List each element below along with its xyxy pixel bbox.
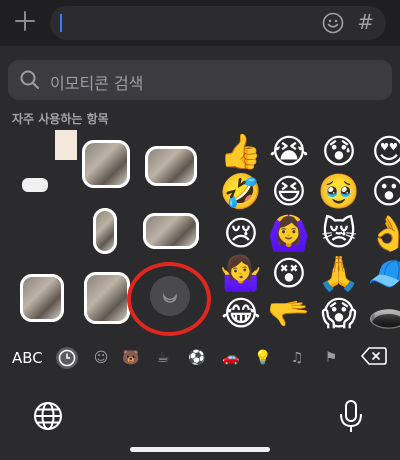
sticker-cat[interactable] xyxy=(143,213,199,249)
search-placeholder: 이모티콘 검색 xyxy=(50,74,144,93)
emoji[interactable]: 😍 xyxy=(366,132,400,172)
emoji[interactable]: 😰 xyxy=(316,132,362,172)
objects-icon[interactable]: 💡 xyxy=(252,347,274,369)
emoji[interactable]: 🫳 xyxy=(266,294,312,334)
emoji[interactable]: 🙏 xyxy=(316,254,362,294)
home-indicator xyxy=(130,447,270,452)
flags-icon[interactable]: ⚑ xyxy=(320,347,342,369)
sticker-cat[interactable] xyxy=(93,208,117,254)
emoji[interactable]: 🥹 xyxy=(316,172,362,212)
recent-clock-icon[interactable] xyxy=(56,347,78,369)
animals-icon[interactable]: 🐻 xyxy=(120,347,142,369)
emoji[interactable]: 🤷‍♀️ xyxy=(218,254,264,294)
emoji[interactable]: 😮 xyxy=(366,172,400,212)
symbols-icon[interactable]: ♫ xyxy=(286,347,308,369)
highlight-ring xyxy=(127,262,211,336)
sticker-cat[interactable] xyxy=(84,272,130,324)
smileys-icon[interactable]: ☺ xyxy=(90,347,112,369)
sticker-partial[interactable] xyxy=(22,178,48,192)
search-icon xyxy=(20,70,39,89)
frequently-used-title: 자주 사용하는 항목 xyxy=(12,112,109,126)
food-icon[interactable]: ☕ xyxy=(152,347,174,369)
emoji[interactable]: 🤣 xyxy=(218,172,264,212)
sticker-cat[interactable] xyxy=(145,146,197,186)
emoji[interactable]: 🧢 xyxy=(366,254,400,294)
emoji[interactable]: 👍 xyxy=(218,132,264,172)
emoji[interactable]: 😭 xyxy=(266,132,312,172)
plus-icon[interactable] xyxy=(12,8,38,34)
text-caret xyxy=(60,14,62,32)
abc-keyboard-button[interactable]: ABC xyxy=(12,349,43,367)
sticker-smile-icon[interactable] xyxy=(322,12,344,34)
activity-icon[interactable]: ⚽ xyxy=(186,347,208,369)
sticker-partial[interactable] xyxy=(55,130,77,160)
emoji[interactable]: 👌 xyxy=(366,214,400,254)
emoji-search-field[interactable]: 이모티콘 검색 xyxy=(8,60,392,100)
emoji[interactable]: 😢 xyxy=(218,214,264,254)
sticker-cat[interactable] xyxy=(20,274,64,322)
emoji-category-bar: ABC ☺ 🐻 ☕ ⚽ 🚗 💡 ♫ ⚑ xyxy=(0,340,400,374)
emoji[interactable]: 😆 xyxy=(266,172,312,212)
backspace-icon[interactable] xyxy=(360,345,388,367)
travel-icon[interactable]: 🚗 xyxy=(220,347,242,369)
globe-icon[interactable] xyxy=(32,400,64,432)
emoji[interactable]: 😱 xyxy=(316,294,362,334)
emoji[interactable]: 😂 xyxy=(218,294,264,334)
sticker-cat[interactable] xyxy=(82,140,130,188)
emoji[interactable]: 😵 xyxy=(266,254,312,294)
microphone-icon[interactable] xyxy=(338,400,364,434)
emoji[interactable]: 🕳️ xyxy=(366,294,400,334)
emoji[interactable]: 😿 xyxy=(316,214,362,254)
message-input[interactable]: # xyxy=(50,6,386,40)
hashtag-icon[interactable]: # xyxy=(357,10,374,34)
emoji[interactable]: 🙆‍♀️ xyxy=(266,214,312,254)
message-toolbar: # xyxy=(0,0,400,46)
